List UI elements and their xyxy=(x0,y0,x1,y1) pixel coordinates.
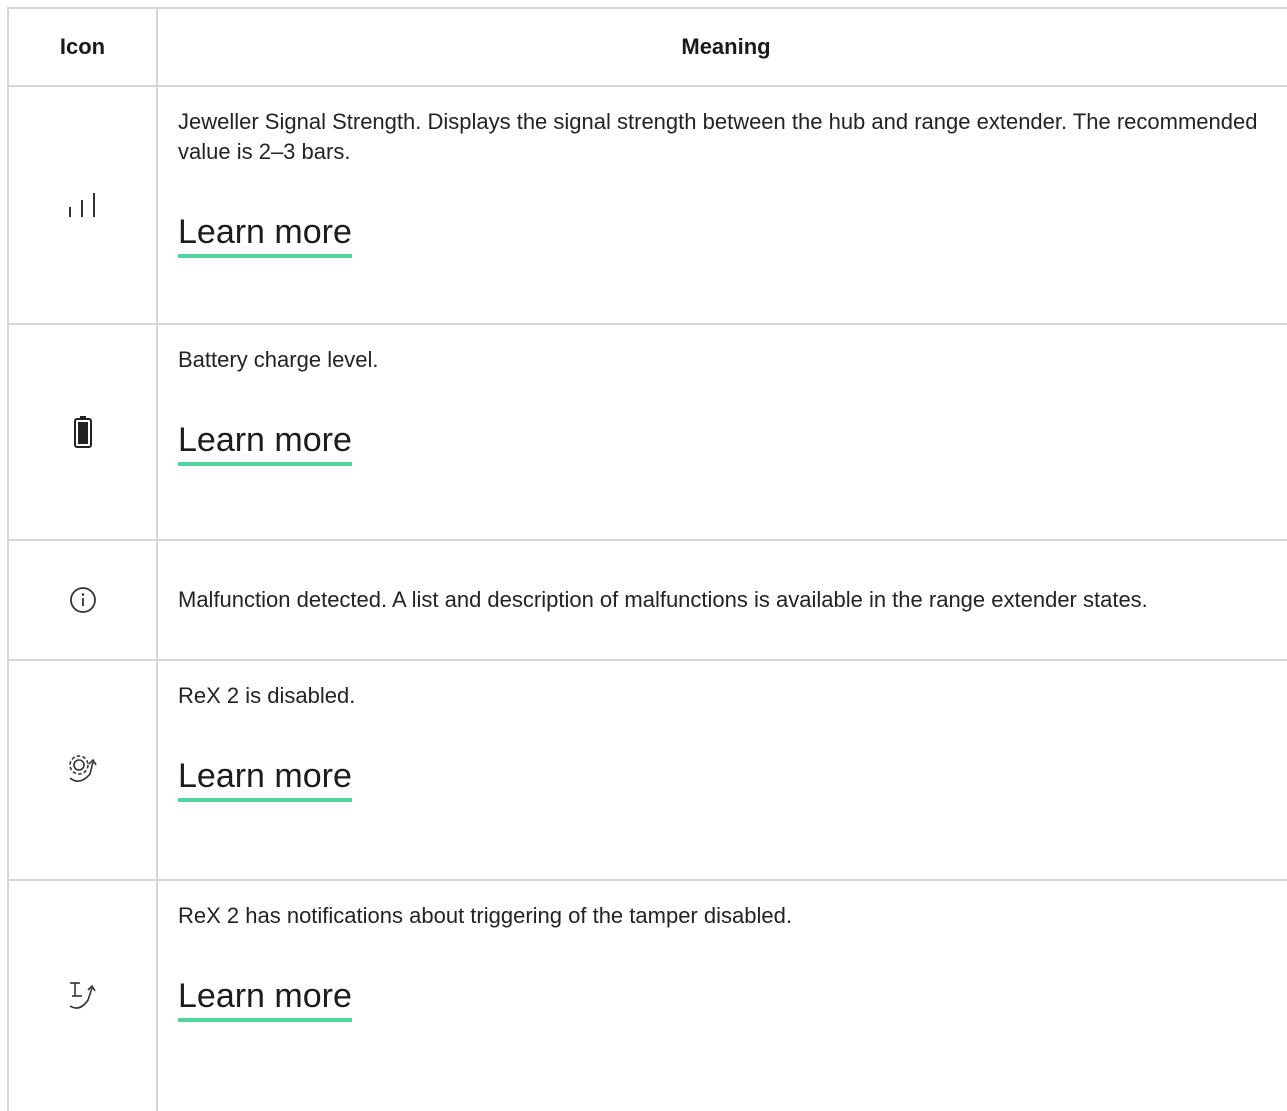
row-description: ReX 2 is disabled. xyxy=(178,683,356,708)
row-description: Jeweller Signal Strength. Displays the s… xyxy=(178,109,1258,164)
table-row: ReX 2 is disabled. Learn more xyxy=(9,661,1287,881)
icons-table: Icon Meaning Jeweller Signal Strength. D… xyxy=(7,7,1287,1111)
info-icon xyxy=(9,541,158,659)
gear-disabled-icon xyxy=(9,661,158,879)
row-description: Battery charge level. xyxy=(178,347,379,372)
table-row: Battery charge level. Learn more xyxy=(9,325,1287,541)
table-row: Malfunction detected. A list and descrip… xyxy=(9,541,1287,661)
table-row: ReX 2 has notifications about triggering… xyxy=(9,881,1287,1111)
table-header-row: Icon Meaning xyxy=(9,9,1287,87)
tamper-disabled-icon xyxy=(9,881,158,1111)
meaning-cell: Battery charge level. Learn more xyxy=(158,325,1287,539)
battery-icon xyxy=(9,325,158,539)
learn-more-link[interactable]: Learn more xyxy=(178,756,352,802)
meaning-cell: ReX 2 has notifications about triggering… xyxy=(158,881,1287,1111)
learn-more-link[interactable]: Learn more xyxy=(178,212,352,258)
header-meaning: Meaning xyxy=(681,34,771,59)
meaning-cell: Malfunction detected. A list and descrip… xyxy=(158,541,1287,659)
learn-more-link[interactable]: Learn more xyxy=(178,420,352,466)
table-row: Jeweller Signal Strength. Displays the s… xyxy=(9,87,1287,325)
signal-strength-icon xyxy=(9,87,158,323)
meaning-cell: Jeweller Signal Strength. Displays the s… xyxy=(158,87,1287,323)
meaning-cell: ReX 2 is disabled. Learn more xyxy=(158,661,1287,879)
row-description: Malfunction detected. A list and descrip… xyxy=(178,587,1148,612)
learn-more-link[interactable]: Learn more xyxy=(178,976,352,1022)
header-icon: Icon xyxy=(9,9,158,85)
row-description: ReX 2 has notifications about triggering… xyxy=(178,903,792,928)
